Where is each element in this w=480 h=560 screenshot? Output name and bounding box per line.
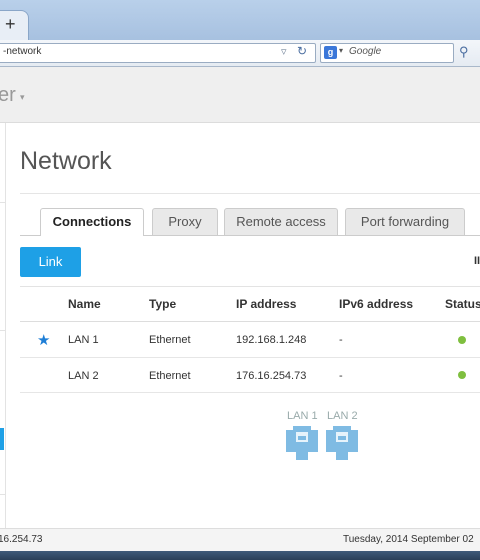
sidebar-item-selected[interactable] bbox=[0, 428, 4, 450]
search-input[interactable]: Google bbox=[349, 46, 381, 57]
search-go-icon[interactable]: ⚲ bbox=[459, 44, 469, 60]
toolbar-button[interactable]: II bbox=[474, 255, 480, 267]
tab-proxy[interactable]: Proxy bbox=[152, 208, 218, 235]
search-bar[interactable]: g ▾ Google bbox=[320, 43, 454, 63]
url-text: -network bbox=[3, 46, 42, 57]
row1-ipv6: - bbox=[339, 334, 343, 346]
sidebar-divider bbox=[0, 202, 5, 203]
url-bar[interactable]: -network ▿ ↻ bbox=[0, 43, 316, 63]
sidebar bbox=[0, 123, 6, 528]
row2-name[interactable]: LAN 2 bbox=[68, 370, 99, 382]
row2-type: Ethernet bbox=[149, 370, 191, 382]
column-header-status[interactable]: Status bbox=[445, 297, 480, 311]
port-label-lan2: LAN 2 bbox=[327, 410, 358, 422]
engine-dropdown-icon[interactable]: ▾ bbox=[339, 46, 343, 55]
row1-name[interactable]: LAN 1 bbox=[68, 334, 99, 346]
tab-remote-access[interactable]: Remote access bbox=[224, 208, 338, 235]
tab-bar: Connections Proxy Remote access Port for… bbox=[20, 208, 480, 236]
table-header-rule bbox=[20, 321, 480, 322]
row2-ip: 176.16.254.73 bbox=[236, 370, 307, 382]
tab-connections[interactable]: Connections bbox=[40, 208, 144, 236]
row-divider bbox=[20, 357, 480, 358]
status-ip: 16.254.73 bbox=[0, 534, 43, 545]
app-header: er ▾ bbox=[0, 67, 480, 123]
status-ok-icon bbox=[458, 336, 466, 344]
default-star-icon[interactable]: ★ bbox=[37, 331, 50, 349]
row2-ipv6: - bbox=[339, 370, 343, 382]
column-header-name[interactable]: Name bbox=[68, 297, 101, 311]
status-bar: 16.254.73 Tuesday, 2014 September 02 bbox=[0, 528, 480, 551]
status-date: Tuesday, 2014 September 02 bbox=[343, 534, 474, 545]
browser-tabstrip: + bbox=[0, 0, 480, 41]
browser-navbar: -network ▿ ↻ g ▾ Google ⚲ bbox=[0, 40, 480, 67]
port-label-lan1: LAN 1 bbox=[287, 410, 318, 422]
sidebar-divider bbox=[0, 494, 5, 495]
bookmark-arrow-icon[interactable]: ▿ bbox=[281, 45, 287, 58]
reload-icon[interactable]: ↻ bbox=[297, 44, 307, 58]
title-divider bbox=[20, 193, 480, 194]
ethernet-port-icon[interactable] bbox=[286, 426, 318, 460]
status-ok-icon bbox=[458, 371, 466, 379]
row1-ip: 192.168.1.248 bbox=[236, 334, 307, 346]
table-top-rule bbox=[20, 286, 480, 287]
google-engine-icon[interactable]: g bbox=[324, 46, 337, 59]
os-taskbar bbox=[0, 551, 480, 560]
column-header-ipv6[interactable]: IPv6 address bbox=[339, 297, 413, 311]
row-divider bbox=[20, 392, 480, 393]
ethernet-port-icon[interactable] bbox=[326, 426, 358, 460]
link-button[interactable]: Link bbox=[20, 247, 81, 277]
new-tab-button[interactable]: + bbox=[5, 15, 16, 33]
column-header-ip[interactable]: IP address bbox=[236, 297, 296, 311]
row1-type: Ethernet bbox=[149, 334, 191, 346]
tab-port-forwarding[interactable]: Port forwarding bbox=[345, 208, 465, 235]
chevron-down-icon[interactable]: ▾ bbox=[20, 92, 25, 103]
page-title: Network bbox=[20, 147, 112, 175]
column-header-type[interactable]: Type bbox=[149, 297, 176, 311]
sidebar-divider bbox=[0, 330, 5, 331]
app-title[interactable]: er bbox=[0, 84, 16, 107]
